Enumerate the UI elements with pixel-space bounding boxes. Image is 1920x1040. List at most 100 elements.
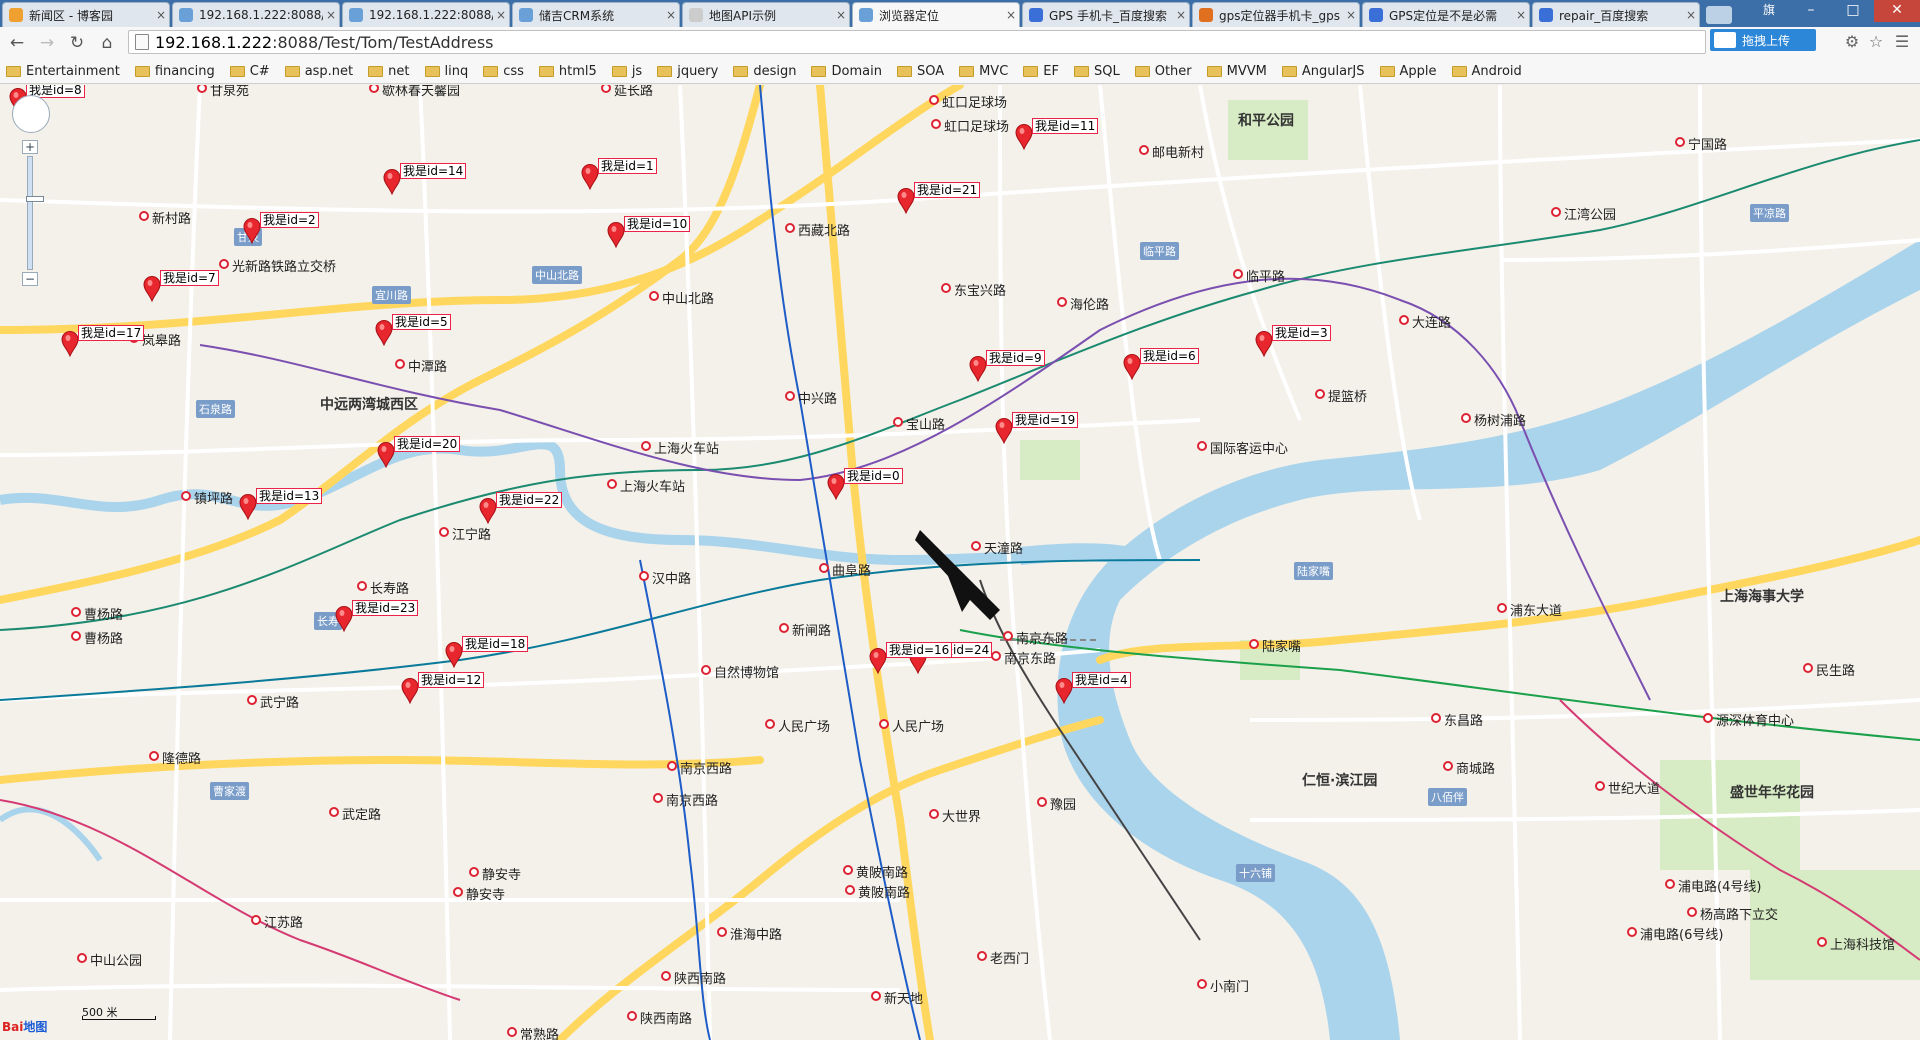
marker-label[interactable]: 我是id=23 xyxy=(352,600,419,616)
map-pin-icon[interactable] xyxy=(335,606,353,632)
map-pin-icon[interactable] xyxy=(143,276,161,302)
tab-5[interactable]: 浏览器定位 × xyxy=(852,2,1020,27)
bookmark-folder[interactable]: net xyxy=(368,64,410,79)
map-pin-icon[interactable] xyxy=(969,356,987,382)
tab-3[interactable]: 储吉CRM系统 × xyxy=(512,2,680,27)
tab-close-icon[interactable]: × xyxy=(833,8,849,22)
marker-label[interactable]: 我是id=1 xyxy=(598,158,657,174)
marker-label[interactable]: 我是id=13 xyxy=(256,488,323,504)
marker-label[interactable]: 我是id=2 xyxy=(260,212,319,228)
zoom-slider-thumb[interactable] xyxy=(26,196,44,202)
marker-label[interactable]: 我是id=11 xyxy=(1032,118,1099,134)
map-pin-icon[interactable] xyxy=(401,678,419,704)
tab-close-icon[interactable]: × xyxy=(493,8,509,22)
bookmark-folder[interactable]: Domain xyxy=(811,64,882,79)
tab-close-icon[interactable]: × xyxy=(1343,8,1359,22)
marker-label[interactable]: 我是id=0 xyxy=(844,468,903,484)
map-pin-icon[interactable] xyxy=(1123,354,1141,380)
map-canvas[interactable]: 甘泉苑 歇林春天馨园 延长路 虹口足球场 虹口足球场 和平公园 宁国路 邮电新村 新村路 西藏北路… xyxy=(0,85,1920,1040)
marker-label[interactable]: 我是id=21 xyxy=(914,182,981,198)
bookmark-folder[interactable]: MVC xyxy=(959,64,1008,79)
bookmark-folder[interactable]: design xyxy=(733,64,796,79)
marker-label[interactable]: 我是id=17 xyxy=(78,325,145,341)
bookmark-folder[interactable]: EF xyxy=(1023,64,1059,79)
marker-label[interactable]: 我是id=3 xyxy=(1272,325,1331,341)
bookmark-folder[interactable]: jquery xyxy=(657,64,718,79)
close-window-button[interactable]: ✕ xyxy=(1874,0,1920,22)
tab-2[interactable]: 192.168.1.222:8088/× xyxy=(342,2,510,27)
tab-close-icon[interactable]: × xyxy=(1683,8,1699,22)
tab-4[interactable]: 地图API示例 × xyxy=(682,2,850,27)
marker-label[interactable]: 我是id=16 xyxy=(886,642,953,658)
marker-label[interactable]: 我是id=10 xyxy=(624,216,691,232)
map-pin-icon[interactable] xyxy=(1255,331,1273,357)
zoom-in-button[interactable]: + xyxy=(22,140,38,154)
bookmark-folder[interactable]: html5 xyxy=(538,64,597,79)
bookmark-folder[interactable]: SQL xyxy=(1073,64,1120,79)
forward-icon[interactable]: → xyxy=(36,33,58,53)
zoom-out-button[interactable]: − xyxy=(22,272,38,286)
pan-control[interactable] xyxy=(12,95,50,133)
bookmark-folder[interactable]: AngularJS xyxy=(1281,64,1365,79)
upload-button[interactable]: 拖拽上传 xyxy=(1710,29,1816,51)
bookmark-folder[interactable]: Other xyxy=(1134,64,1192,79)
bookmark-folder[interactable]: Android xyxy=(1451,64,1522,79)
map-pin-icon[interactable] xyxy=(897,188,915,214)
tab-9[interactable]: repair_百度搜索 × xyxy=(1532,2,1700,27)
marker-label[interactable]: 我是id=18 xyxy=(462,636,529,652)
address-bar[interactable]: 192.168.1.222:8088/Test/Tom/TestAddress xyxy=(128,30,1706,54)
star-icon[interactable]: ☆ xyxy=(1866,32,1886,52)
bookmark-folder[interactable]: MVVM xyxy=(1206,64,1267,79)
tab-1[interactable]: 192.168.1.222:8088/× xyxy=(172,2,340,27)
back-icon[interactable]: ← xyxy=(6,33,28,53)
marker-label[interactable]: 我是id=14 xyxy=(400,163,467,179)
marker-label[interactable]: 我是id=19 xyxy=(1012,412,1079,428)
tab-close-icon[interactable]: × xyxy=(153,8,169,22)
map-pin-icon[interactable] xyxy=(995,418,1013,444)
settings-gear-icon[interactable]: ⚙ xyxy=(1842,32,1862,52)
tab-close-icon[interactable]: × xyxy=(323,8,339,22)
map-pin-icon[interactable] xyxy=(377,442,395,468)
tab-close-icon[interactable]: × xyxy=(1003,8,1019,22)
bookmark-folder[interactable]: Entertainment xyxy=(6,64,120,79)
profile-button[interactable]: 旗 xyxy=(1748,0,1790,22)
zoom-slider[interactable] xyxy=(26,156,44,270)
map-pin-icon[interactable] xyxy=(445,642,463,668)
bookmark-folder[interactable]: Apple xyxy=(1379,64,1437,79)
tab-close-icon[interactable]: × xyxy=(1513,8,1529,22)
map-pin-icon[interactable] xyxy=(243,218,261,244)
url-text[interactable]: 192.168.1.222:8088/Test/Tom/TestAddress xyxy=(155,33,494,52)
bookmark-folder[interactable]: C# xyxy=(229,64,270,79)
maximize-button[interactable]: □ xyxy=(1832,0,1874,22)
new-tab-button[interactable] xyxy=(1706,6,1732,24)
home-icon[interactable]: ⌂ xyxy=(96,33,118,53)
map-pin-icon[interactable] xyxy=(607,222,625,248)
bookmark-folder[interactable]: js xyxy=(611,64,642,79)
marker-label[interactable]: 我是id=4 xyxy=(1072,672,1131,688)
marker-label[interactable]: 我是id=7 xyxy=(160,270,219,286)
map-pin-icon[interactable] xyxy=(375,320,393,346)
minimize-button[interactable]: – xyxy=(1790,0,1832,22)
marker-label[interactable]: 我是id=22 xyxy=(496,492,563,508)
map-pin-icon[interactable] xyxy=(61,331,79,357)
marker-label[interactable]: 我是id=20 xyxy=(394,436,461,452)
bookmark-folder[interactable]: linq xyxy=(424,64,468,79)
map-pin-icon[interactable] xyxy=(581,164,599,190)
menu-icon[interactable]: ☰ xyxy=(1892,32,1912,52)
tab-0[interactable]: 新闻区 - 博客园 × xyxy=(2,2,170,27)
map-pin-icon[interactable] xyxy=(479,498,497,524)
tab-close-icon[interactable]: × xyxy=(663,8,679,22)
tab-6[interactable]: GPS 手机卡_百度搜索 × xyxy=(1022,2,1190,27)
bookmark-folder[interactable]: SOA xyxy=(896,64,944,79)
map-pin-icon[interactable] xyxy=(827,474,845,500)
bookmark-folder[interactable]: css xyxy=(483,64,524,79)
marker-label[interactable]: 我是id=9 xyxy=(986,350,1045,366)
map-pin-icon[interactable] xyxy=(383,169,401,195)
bookmark-folder[interactable]: financing xyxy=(134,64,215,79)
map-pin-icon[interactable] xyxy=(869,648,887,674)
marker-label[interactable]: 我是id=12 xyxy=(418,672,485,688)
marker-label[interactable]: 我是id=6 xyxy=(1140,348,1199,364)
tab-8[interactable]: GPS定位是不是必需 × xyxy=(1362,2,1530,27)
tab-7[interactable]: gps定位器手机卡_gps × xyxy=(1192,2,1360,27)
bookmark-folder[interactable]: asp.net xyxy=(284,64,353,79)
